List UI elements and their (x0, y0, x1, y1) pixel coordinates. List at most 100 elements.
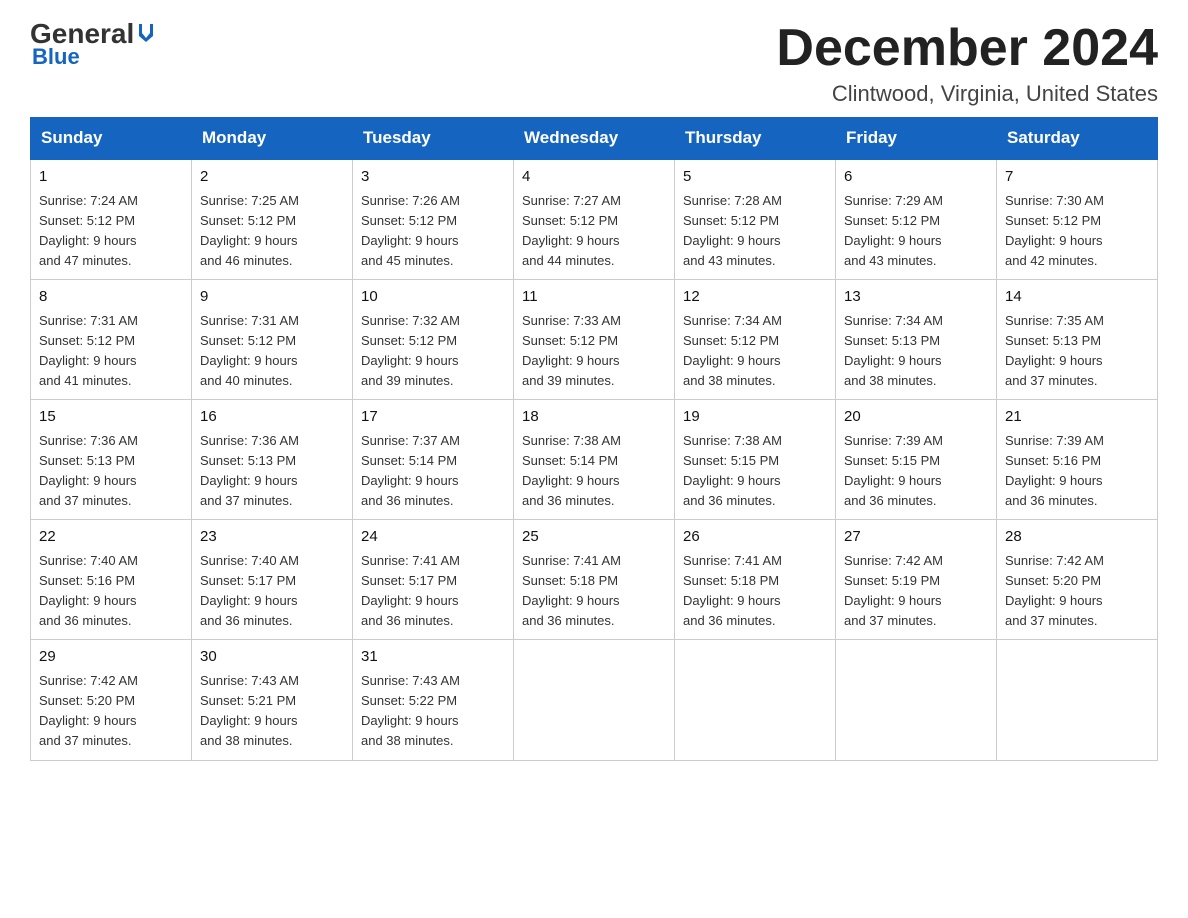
day-number: 7 (1005, 166, 1149, 189)
col-saturday: Saturday (997, 118, 1158, 160)
day-info: Sunrise: 7:33 AMSunset: 5:12 PMDaylight:… (522, 313, 621, 388)
table-row (997, 640, 1158, 760)
table-row: 14 Sunrise: 7:35 AMSunset: 5:13 PMDaylig… (997, 280, 1158, 400)
table-row: 27 Sunrise: 7:42 AMSunset: 5:19 PMDaylig… (836, 520, 997, 640)
table-row: 6 Sunrise: 7:29 AMSunset: 5:12 PMDayligh… (836, 159, 997, 280)
col-sunday: Sunday (31, 118, 192, 160)
day-info: Sunrise: 7:36 AMSunset: 5:13 PMDaylight:… (200, 433, 299, 508)
day-info: Sunrise: 7:31 AMSunset: 5:12 PMDaylight:… (200, 313, 299, 388)
day-info: Sunrise: 7:41 AMSunset: 5:17 PMDaylight:… (361, 553, 460, 628)
table-row: 24 Sunrise: 7:41 AMSunset: 5:17 PMDaylig… (353, 520, 514, 640)
day-info: Sunrise: 7:26 AMSunset: 5:12 PMDaylight:… (361, 193, 460, 268)
day-number: 3 (361, 166, 505, 189)
day-number: 5 (683, 166, 827, 189)
day-number: 9 (200, 286, 344, 309)
day-number: 22 (39, 526, 183, 549)
table-row: 20 Sunrise: 7:39 AMSunset: 5:15 PMDaylig… (836, 400, 997, 520)
day-info: Sunrise: 7:34 AMSunset: 5:13 PMDaylight:… (844, 313, 943, 388)
calendar-week-row: 29 Sunrise: 7:42 AMSunset: 5:20 PMDaylig… (31, 640, 1158, 760)
day-info: Sunrise: 7:35 AMSunset: 5:13 PMDaylight:… (1005, 313, 1104, 388)
location-title: Clintwood, Virginia, United States (776, 81, 1158, 107)
col-tuesday: Tuesday (353, 118, 514, 160)
table-row: 7 Sunrise: 7:30 AMSunset: 5:12 PMDayligh… (997, 159, 1158, 280)
table-row: 13 Sunrise: 7:34 AMSunset: 5:13 PMDaylig… (836, 280, 997, 400)
table-row: 12 Sunrise: 7:34 AMSunset: 5:12 PMDaylig… (675, 280, 836, 400)
day-number: 31 (361, 646, 505, 669)
month-title: December 2024 (776, 20, 1158, 77)
col-wednesday: Wednesday (514, 118, 675, 160)
day-number: 16 (200, 406, 344, 429)
calendar-week-row: 22 Sunrise: 7:40 AMSunset: 5:16 PMDaylig… (31, 520, 1158, 640)
day-number: 23 (200, 526, 344, 549)
table-row: 9 Sunrise: 7:31 AMSunset: 5:12 PMDayligh… (192, 280, 353, 400)
table-row: 22 Sunrise: 7:40 AMSunset: 5:16 PMDaylig… (31, 520, 192, 640)
table-row: 28 Sunrise: 7:42 AMSunset: 5:20 PMDaylig… (997, 520, 1158, 640)
table-row: 17 Sunrise: 7:37 AMSunset: 5:14 PMDaylig… (353, 400, 514, 520)
day-info: Sunrise: 7:29 AMSunset: 5:12 PMDaylight:… (844, 193, 943, 268)
day-info: Sunrise: 7:43 AMSunset: 5:21 PMDaylight:… (200, 673, 299, 748)
table-row: 16 Sunrise: 7:36 AMSunset: 5:13 PMDaylig… (192, 400, 353, 520)
calendar-week-row: 15 Sunrise: 7:36 AMSunset: 5:13 PMDaylig… (31, 400, 1158, 520)
day-info: Sunrise: 7:42 AMSunset: 5:20 PMDaylight:… (39, 673, 138, 748)
day-number: 30 (200, 646, 344, 669)
day-info: Sunrise: 7:41 AMSunset: 5:18 PMDaylight:… (683, 553, 782, 628)
day-number: 28 (1005, 526, 1149, 549)
table-row: 8 Sunrise: 7:31 AMSunset: 5:12 PMDayligh… (31, 280, 192, 400)
day-info: Sunrise: 7:42 AMSunset: 5:20 PMDaylight:… (1005, 553, 1104, 628)
day-info: Sunrise: 7:38 AMSunset: 5:14 PMDaylight:… (522, 433, 621, 508)
day-info: Sunrise: 7:25 AMSunset: 5:12 PMDaylight:… (200, 193, 299, 268)
day-info: Sunrise: 7:24 AMSunset: 5:12 PMDaylight:… (39, 193, 138, 268)
day-number: 10 (361, 286, 505, 309)
logo: General Blue (30, 20, 157, 70)
day-info: Sunrise: 7:31 AMSunset: 5:12 PMDaylight:… (39, 313, 138, 388)
table-row: 1 Sunrise: 7:24 AMSunset: 5:12 PMDayligh… (31, 159, 192, 280)
table-row (675, 640, 836, 760)
day-number: 26 (683, 526, 827, 549)
day-number: 13 (844, 286, 988, 309)
table-row: 21 Sunrise: 7:39 AMSunset: 5:16 PMDaylig… (997, 400, 1158, 520)
table-row (514, 640, 675, 760)
page-header: General Blue December 2024 Clintwood, Vi… (30, 20, 1158, 107)
table-row: 29 Sunrise: 7:42 AMSunset: 5:20 PMDaylig… (31, 640, 192, 760)
day-number: 12 (683, 286, 827, 309)
day-number: 29 (39, 646, 183, 669)
day-info: Sunrise: 7:37 AMSunset: 5:14 PMDaylight:… (361, 433, 460, 508)
day-number: 6 (844, 166, 988, 189)
day-info: Sunrise: 7:40 AMSunset: 5:17 PMDaylight:… (200, 553, 299, 628)
table-row: 23 Sunrise: 7:40 AMSunset: 5:17 PMDaylig… (192, 520, 353, 640)
day-number: 1 (39, 166, 183, 189)
table-row: 4 Sunrise: 7:27 AMSunset: 5:12 PMDayligh… (514, 159, 675, 280)
day-info: Sunrise: 7:39 AMSunset: 5:15 PMDaylight:… (844, 433, 943, 508)
day-number: 17 (361, 406, 505, 429)
table-row: 18 Sunrise: 7:38 AMSunset: 5:14 PMDaylig… (514, 400, 675, 520)
table-row: 11 Sunrise: 7:33 AMSunset: 5:12 PMDaylig… (514, 280, 675, 400)
calendar-table: Sunday Monday Tuesday Wednesday Thursday… (30, 117, 1158, 760)
col-monday: Monday (192, 118, 353, 160)
day-number: 27 (844, 526, 988, 549)
day-number: 2 (200, 166, 344, 189)
day-info: Sunrise: 7:39 AMSunset: 5:16 PMDaylight:… (1005, 433, 1104, 508)
day-info: Sunrise: 7:28 AMSunset: 5:12 PMDaylight:… (683, 193, 782, 268)
title-area: December 2024 Clintwood, Virginia, Unite… (776, 20, 1158, 107)
day-number: 19 (683, 406, 827, 429)
logo-arrow-icon (135, 22, 157, 44)
table-row: 31 Sunrise: 7:43 AMSunset: 5:22 PMDaylig… (353, 640, 514, 760)
day-info: Sunrise: 7:36 AMSunset: 5:13 PMDaylight:… (39, 433, 138, 508)
col-thursday: Thursday (675, 118, 836, 160)
calendar-week-row: 1 Sunrise: 7:24 AMSunset: 5:12 PMDayligh… (31, 159, 1158, 280)
day-number: 15 (39, 406, 183, 429)
day-info: Sunrise: 7:41 AMSunset: 5:18 PMDaylight:… (522, 553, 621, 628)
day-number: 11 (522, 286, 666, 309)
table-row: 26 Sunrise: 7:41 AMSunset: 5:18 PMDaylig… (675, 520, 836, 640)
day-info: Sunrise: 7:34 AMSunset: 5:12 PMDaylight:… (683, 313, 782, 388)
table-row: 30 Sunrise: 7:43 AMSunset: 5:21 PMDaylig… (192, 640, 353, 760)
table-row: 2 Sunrise: 7:25 AMSunset: 5:12 PMDayligh… (192, 159, 353, 280)
day-info: Sunrise: 7:42 AMSunset: 5:19 PMDaylight:… (844, 553, 943, 628)
table-row: 15 Sunrise: 7:36 AMSunset: 5:13 PMDaylig… (31, 400, 192, 520)
day-number: 20 (844, 406, 988, 429)
logo-blue-text: Blue (32, 44, 80, 70)
calendar-header-row: Sunday Monday Tuesday Wednesday Thursday… (31, 118, 1158, 160)
day-number: 18 (522, 406, 666, 429)
table-row (836, 640, 997, 760)
day-number: 21 (1005, 406, 1149, 429)
